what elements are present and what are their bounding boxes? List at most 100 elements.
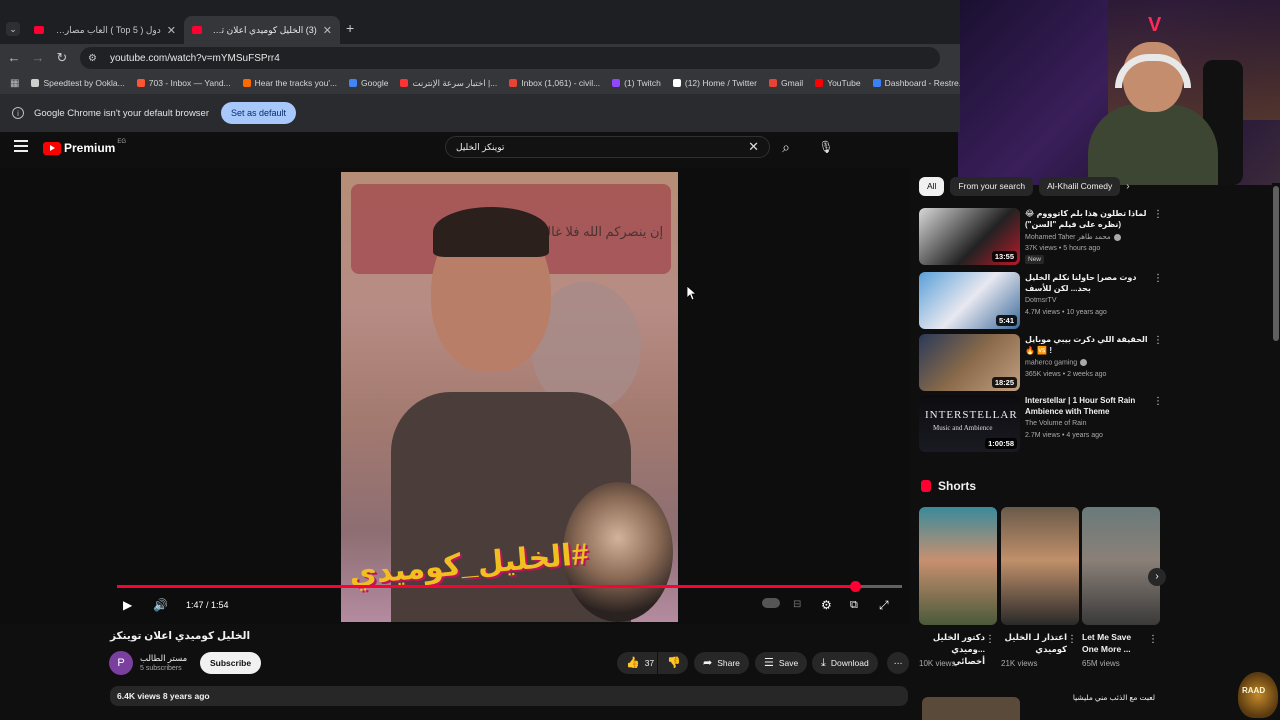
description-box[interactable]: 6.4K views 8 years ago	[110, 686, 908, 706]
more-vertical-icon[interactable]: ⋮	[1153, 397, 1163, 407]
recommendation-channel[interactable]: The Volume of Rain	[1025, 420, 1086, 427]
bookmark-item[interactable]: Hear the tracks you'...	[242, 78, 337, 89]
youtube-premium-logo[interactable]: Premium EG	[43, 139, 126, 155]
recommendation-title[interactable]: الحقيقة اللي دكرت بيبي موبايل ! 🆚 🔥	[1025, 334, 1151, 356]
like-button[interactable]: 👍 37	[617, 652, 657, 674]
share-button[interactable]: ➦ Share	[694, 652, 749, 674]
channel-avatar[interactable]: P	[109, 651, 133, 675]
recommendation-title[interactable]: دوت مصر| حاولنا نكلم الخليل بحد... لكن ل…	[1025, 272, 1151, 294]
more-vertical-icon[interactable]: ⋮	[1153, 210, 1163, 220]
short-thumbnail[interactable]	[919, 507, 997, 625]
microphone-icon[interactable]: 🎙	[815, 136, 837, 158]
bookmark-favicon-icon	[815, 79, 824, 87]
volume-icon[interactable]: 🔊	[153, 596, 168, 614]
dislike-button[interactable]: 👎	[658, 652, 688, 674]
tab-search-chevron-icon[interactable]: ⌄	[6, 22, 20, 36]
recommendation-channel-row[interactable]: The Volume of Rain	[1025, 420, 1086, 427]
subtitles-icon[interactable]: ⊟	[793, 596, 801, 614]
short-title[interactable]: Let Me Save One More ...	[1082, 631, 1148, 655]
forward-arrow-icon[interactable]: →	[30, 50, 46, 66]
recommendation-channel[interactable]: Mohamed Taher محمد طاهر	[1025, 234, 1111, 241]
play-icon[interactable]: ▶	[123, 596, 132, 614]
site-info-icon[interactable]: ⚙	[88, 53, 102, 64]
search-icon[interactable]: ⌕	[772, 136, 800, 158]
close-tab-icon[interactable]: ✕	[167, 24, 176, 37]
bookmark-item[interactable]: YouTube	[815, 78, 861, 89]
webcam-overlay: V	[958, 0, 1280, 185]
back-arrow-icon[interactable]: ←	[6, 50, 22, 66]
reload-icon[interactable]: ↻	[54, 50, 70, 66]
recommendation-thumbnail[interactable]: 18:25	[919, 334, 1020, 391]
clear-search-icon[interactable]: ✕	[748, 139, 759, 155]
more-vertical-icon[interactable]: ⋮	[1153, 274, 1163, 284]
recommendation-item[interactable]: 13:55 لماذا تطلون هذا بلم كاتوووم 😂 (نظره…	[919, 208, 1164, 266]
fullscreen-icon[interactable]: ⤢	[879, 596, 889, 614]
bookmark-item[interactable]: Dashboard - Restre...	[872, 78, 960, 89]
channel-row: P مستر الطالب 5 subscribers Subscribe 👍 …	[109, 651, 909, 677]
chips-next-icon[interactable]: ›	[1126, 181, 1129, 192]
channel-name[interactable]: مستر الطالب	[140, 653, 187, 664]
next-recommendation-thumbnail[interactable]	[922, 697, 1020, 720]
bookmark-item[interactable]: 703 - Inbox — Yand...	[136, 78, 231, 89]
page-scrollbar[interactable]	[1272, 183, 1280, 720]
more-vertical-icon[interactable]: ⋮	[1153, 336, 1163, 346]
new-tab-icon[interactable]: +	[346, 20, 354, 36]
save-button[interactable]: ☰ Save	[755, 652, 808, 674]
close-tab-icon[interactable]: ✕	[323, 24, 332, 37]
recommendation-channel-row[interactable]: Mohamed Taher محمد طاهر	[1025, 233, 1121, 241]
recommendation-channel-row[interactable]: DotmsrTV	[1025, 297, 1057, 304]
recommendation-item[interactable]: 5:41 دوت مصر| حاولنا نكلم الخليل بحد... ل…	[919, 272, 1164, 330]
scrubber-handle[interactable]	[849, 581, 861, 592]
bookmark-item[interactable]: (1) Twitch	[612, 78, 661, 89]
bookmark-label: Inbox (1,061) - civil...	[521, 78, 601, 88]
recommendation-channel[interactable]: maherco gaming	[1025, 359, 1077, 366]
scrollbar-thumb[interactable]	[1273, 186, 1279, 341]
autoplay-toggle[interactable]	[762, 598, 780, 608]
recommendation-channel[interactable]: DotmsrTV	[1025, 297, 1057, 304]
chip-all[interactable]: All	[919, 177, 945, 196]
recommendation-item[interactable]: 18:25 الحقيقة اللي دكرت بيبي موبايل ! 🆚 🔥…	[919, 334, 1164, 392]
short-thumbnail[interactable]	[1082, 507, 1160, 625]
shorts-next-arrow-icon[interactable]: ›	[1148, 568, 1166, 586]
hamburger-menu-icon[interactable]	[14, 140, 28, 152]
bookmark-item[interactable]: Speedtest by Ookla...	[31, 78, 125, 89]
more-vertical-icon[interactable]: ⋮	[1067, 634, 1077, 645]
address-bar[interactable]: ⚙ youtube.com/watch?v=mYMSuFSPrr4	[80, 47, 940, 69]
short-title[interactable]: اعتذار لـ الخليل كوميدي	[1001, 631, 1067, 655]
bookmark-item[interactable]: Google	[349, 78, 388, 89]
video-duration: 5:41	[995, 315, 1017, 326]
more-vertical-icon[interactable]: ⋮	[985, 634, 995, 645]
miniplayer-icon[interactable]: ⧉	[850, 596, 858, 614]
bookmark-item[interactable]: Gmail	[768, 78, 803, 89]
recommendation-thumbnail[interactable]: INTERSTELLAR Music and Ambience 1:00:58	[919, 395, 1020, 452]
search-input[interactable]: توينكز الخليل ✕	[445, 136, 770, 158]
set-as-default-button[interactable]: Set as default	[221, 102, 297, 124]
bookmark-label: اختبار سرعة الإنترنت |...	[412, 77, 498, 88]
more-actions-button[interactable]: ⋯	[887, 652, 909, 674]
recommendation-channel-row[interactable]: maherco gaming	[1025, 359, 1088, 366]
progress-bar[interactable]	[117, 581, 902, 592]
video-frame[interactable]: إن ينصركم الله فلا غالب لكم #الخليل_كومي…	[341, 172, 678, 622]
bookmark-item[interactable]: اختبار سرعة الإنترنت |...	[400, 78, 497, 89]
more-vertical-icon[interactable]: ⋮	[1148, 634, 1158, 645]
recommendation-item[interactable]: INTERSTELLAR Music and Ambience 1:00:58 Int…	[919, 395, 1164, 453]
next-recommendation-title[interactable]: لعبت مع الذئب مني مليشيا	[1025, 693, 1155, 702]
bookmark-item[interactable]: Inbox (1,061) - civil...	[509, 78, 600, 89]
chip-from-your-search[interactable]: From your search	[950, 177, 1034, 196]
browser-tab-2[interactable]: (3) الخليل كوميدي اعلان توينكز - - ✕	[184, 16, 340, 44]
settings-gear-icon[interactable]: ⚙	[821, 596, 832, 614]
recommendation-thumbnail[interactable]: 13:55	[919, 208, 1020, 265]
video-player[interactable]: إن ينصركم الله فلا غالب لكم #الخليل_كومي…	[0, 168, 910, 624]
video-duration: 1:00:58	[985, 438, 1017, 449]
recommendation-title[interactable]: لماذا تطلون هذا بلم كاتوووم 😂 (نظره على …	[1025, 208, 1151, 230]
recommendation-thumbnail[interactable]: 5:41	[919, 272, 1020, 329]
download-button[interactable]: ⤓ Download	[812, 652, 878, 674]
recommendation-title[interactable]: Interstellar | 1 Hour Soft Rain Ambience…	[1025, 395, 1151, 417]
chip-al-khalil-comedy[interactable]: Al-Khalil Comedy	[1039, 177, 1121, 196]
subscribe-button[interactable]: Subscribe	[200, 652, 262, 674]
browser-tab-1[interactable]: دول ( Top 5 ) العاب مصارعه نزلوا ✕	[26, 16, 184, 44]
recommendation-views: 37K views • 5 hours ago	[1025, 245, 1101, 252]
short-thumbnail[interactable]	[1001, 507, 1079, 625]
bookmark-item[interactable]: (12) Home / Twitter	[672, 78, 757, 89]
apps-grid-icon[interactable]: ▦	[10, 78, 19, 89]
